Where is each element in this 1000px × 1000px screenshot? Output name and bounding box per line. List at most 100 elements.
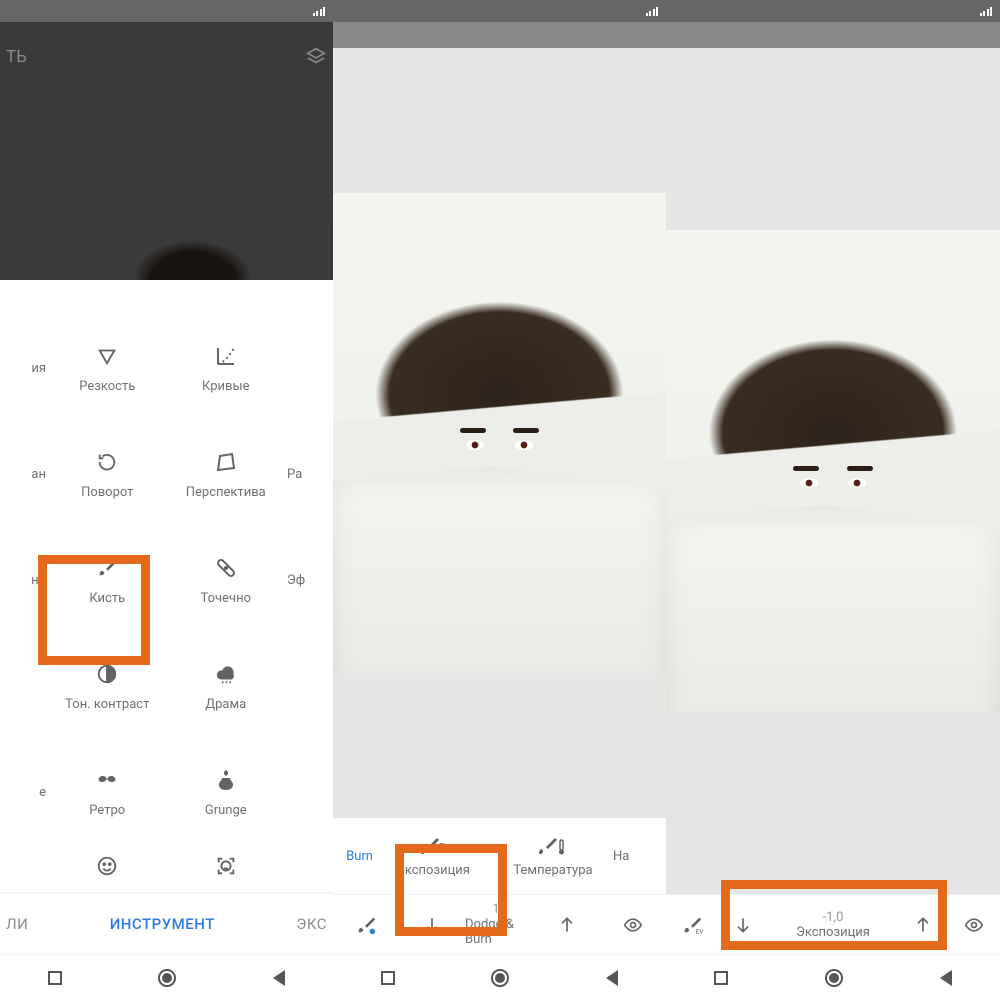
tool-label: Ретро [89, 803, 125, 819]
nav-home-icon[interactable] [825, 969, 843, 987]
bandaid-icon [214, 553, 238, 583]
svg-text:EV: EV [439, 842, 447, 851]
tool-fragment-right[interactable]: Эф [285, 532, 333, 628]
layers-icon[interactable] [305, 46, 327, 68]
tool-fragment-right[interactable] [285, 850, 333, 890]
perspective-icon [214, 447, 238, 477]
svg-text:EV: EV [696, 927, 703, 935]
value-label: Dodge & Burn [465, 917, 534, 947]
tool-fragment-right[interactable] [285, 744, 333, 840]
tool-brush[interactable]: Кисть [48, 532, 167, 628]
increase-button[interactable] [534, 895, 600, 954]
preview-button[interactable] [600, 895, 666, 954]
signal-icon [646, 6, 659, 16]
edited-photo [666, 230, 1000, 711]
triangle-down-icon [96, 341, 118, 371]
bottom-tabs: ЛИ ИНСТРУМЕНТ ЭКС [0, 892, 333, 954]
tab-styles-fragment[interactable]: ЛИ [6, 915, 28, 933]
open-button-fragment[interactable]: ТЬ [6, 47, 27, 67]
value-number: 10 [492, 902, 507, 917]
tool-face-detect[interactable] [167, 850, 286, 890]
dimmed-photo [133, 240, 253, 280]
value-label: Экспозиция [796, 925, 870, 940]
nav-recent-icon[interactable] [48, 971, 62, 985]
tool-label: Кривые [202, 379, 249, 395]
status-bar [333, 0, 666, 22]
signal-icon [980, 6, 993, 16]
tool-label: Тон. контраст [65, 697, 149, 713]
tool-fragment-left[interactable]: но [0, 532, 48, 628]
tools-panel: ия Резкость Кривые ан Поворот [0, 280, 333, 892]
tool-drama[interactable]: Драма [167, 638, 286, 734]
brush-temperature[interactable]: Температура [493, 818, 613, 894]
android-nav-bar [0, 954, 333, 1000]
tool-retro[interactable]: Ретро [48, 744, 167, 840]
header-bar [666, 22, 1000, 48]
decrease-button[interactable] [399, 895, 465, 954]
adjustment-row: 10 Dodge & Burn [333, 894, 666, 954]
photo-canvas[interactable] [666, 48, 1000, 894]
nav-home-icon[interactable] [158, 969, 176, 987]
brush-exposure[interactable]: EV Экспозиция [373, 818, 493, 894]
tool-fragment-left[interactable] [0, 850, 48, 890]
nav-home-icon[interactable] [491, 969, 509, 987]
nav-back-icon[interactable] [940, 970, 952, 986]
nav-recent-icon[interactable] [714, 971, 728, 985]
brush-type-row: Burn EV Экспозиция Температура На [333, 818, 666, 894]
tool-face[interactable] [48, 850, 167, 890]
tool-fragment-right[interactable]: Ра [285, 426, 333, 522]
tool-perspective[interactable]: Перспектива [167, 426, 286, 522]
mask-brush-button[interactable]: EV [666, 895, 718, 954]
mustache-icon [94, 765, 120, 795]
tool-fragment-right[interactable] [285, 320, 333, 416]
curves-icon [214, 341, 238, 371]
photo-canvas[interactable] [333, 48, 666, 818]
android-nav-bar [666, 954, 1000, 1000]
cloud-icon [214, 659, 238, 689]
decrease-button[interactable] [718, 895, 768, 954]
brush-ev-icon: EV [419, 835, 447, 859]
brush-label: На [613, 849, 629, 864]
brush-label: Burn [346, 849, 373, 864]
tool-fragment-left[interactable]: ия [0, 320, 48, 416]
signal-icon [313, 6, 326, 16]
header-bar [333, 22, 666, 48]
adjustment-value[interactable]: -1,0 Экспозиция [768, 910, 898, 940]
tool-curves[interactable]: Кривые [167, 320, 286, 416]
tool-label: Драма [205, 697, 246, 713]
nav-back-icon[interactable] [273, 970, 285, 986]
smiley-icon [96, 851, 118, 881]
brush-icon [96, 553, 118, 583]
adjustment-row: EV -1,0 Экспозиция [666, 894, 1000, 954]
brush-dodgeburn-fragment[interactable]: Burn [333, 818, 373, 894]
mask-brush-button[interactable] [333, 895, 399, 954]
tool-fragment-left[interactable] [0, 638, 48, 734]
brush-saturation-fragment[interactable]: На [613, 818, 647, 894]
preview-button[interactable] [948, 895, 1000, 954]
tool-fragment-left[interactable]: ан [0, 426, 48, 522]
edited-photo [333, 193, 666, 673]
tool-grunge[interactable]: Grunge [167, 744, 286, 840]
adjustment-value[interactable]: 10 Dodge & Burn [465, 902, 534, 947]
tool-label: Кисть [89, 591, 125, 607]
tool-sharpen[interactable]: Резкость [48, 320, 167, 416]
contrast-icon [96, 659, 118, 689]
tool-label: Резкость [79, 379, 135, 395]
tool-fragment-right[interactable] [285, 638, 333, 734]
dimmed-photo-header: ТЬ [0, 22, 333, 280]
tool-label: Grunge [205, 803, 247, 819]
tool-label: Точечно [201, 591, 252, 607]
tab-export-fragment[interactable]: ЭКС [296, 915, 327, 933]
nav-back-icon[interactable] [606, 970, 618, 986]
tool-fragment-left[interactable]: е [0, 744, 48, 840]
tab-tools[interactable]: ИНСТРУМЕНТ [110, 915, 215, 933]
tool-healing[interactable]: Точечно [167, 532, 286, 628]
nav-recent-icon[interactable] [381, 971, 395, 985]
brush-temp-icon [539, 835, 567, 859]
brush-label: Экспозиция [396, 863, 470, 878]
tool-rotate[interactable]: Поворот [48, 426, 167, 522]
value-number: -1,0 [823, 910, 844, 925]
tool-tonal-contrast[interactable]: Тон. контраст [48, 638, 167, 734]
increase-button[interactable] [898, 895, 948, 954]
android-nav-bar [333, 954, 666, 1000]
